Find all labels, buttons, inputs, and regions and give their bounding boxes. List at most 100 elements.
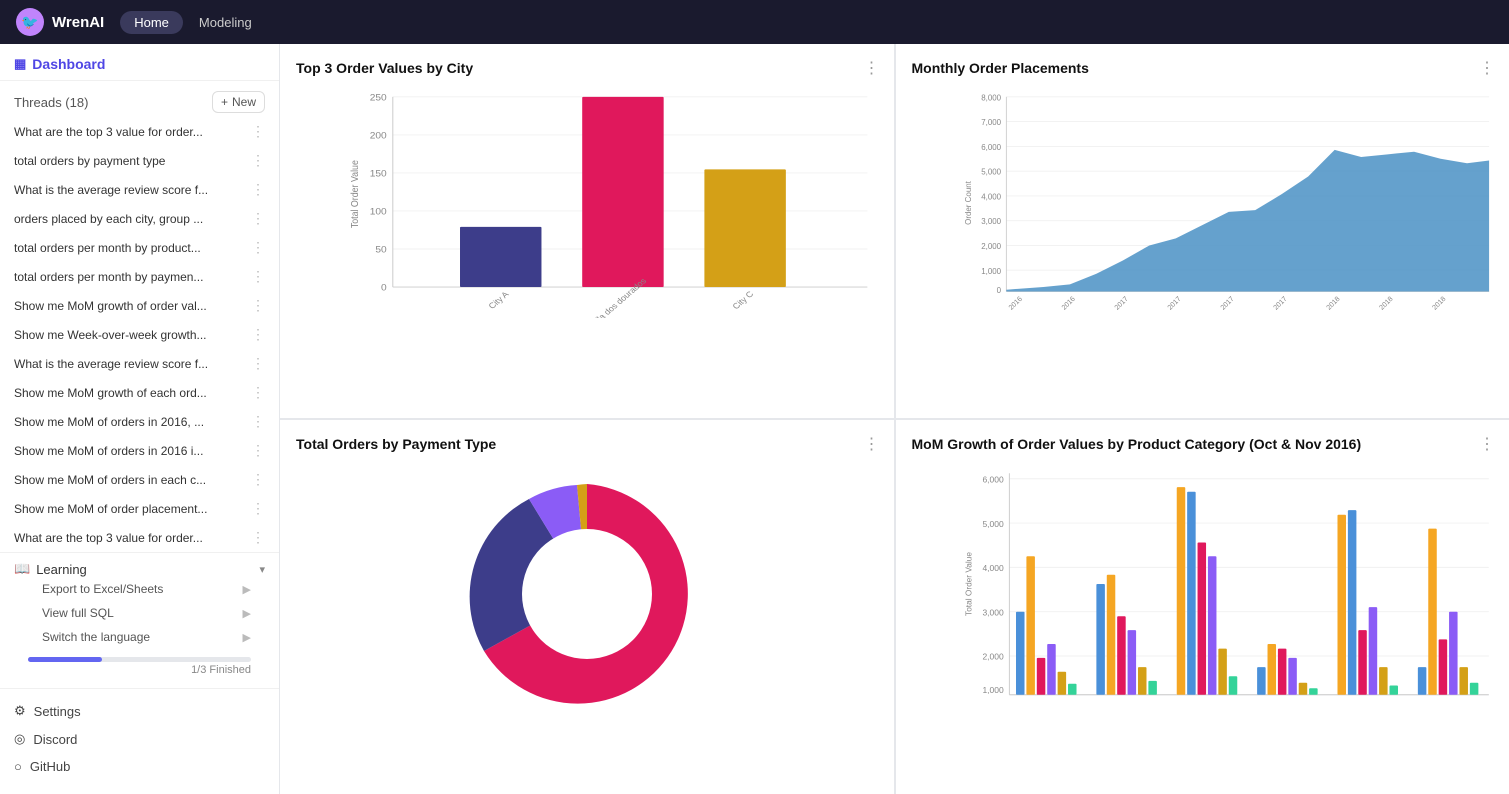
chart-mom-growth: MoM Growth of Order Values by Product Ca… [895,419,1509,794]
thread-options-icon[interactable]: ⋮ [247,239,265,256]
chart1-svg: 250 200 150 100 50 0 Total Order Value [348,88,878,318]
svg-text:Total Order Value: Total Order Value [964,552,974,616]
thread-item[interactable]: What is the average review score f...⋮ [0,349,279,378]
dashboard-icon: ▦ [14,56,26,72]
chart-top-order-values: Top 3 Order Values by City ⋮ 250 200 150… [280,44,895,419]
thread-text: Show me MoM of orders in 2016 i... [14,444,247,458]
main-layout: ▦ Dashboard Threads (18) + New What are … [0,44,1509,794]
chart1-menu[interactable]: ⋮ [864,58,880,78]
chevron-down-icon: ▾ [259,563,265,576]
svg-text:5,000: 5,000 [981,168,1001,177]
chart3-svg [447,464,727,724]
chevron-right-icon: ▶ [243,631,251,644]
thread-options-icon[interactable]: ⋮ [247,152,265,169]
svg-text:2,000: 2,000 [982,652,1004,662]
sidebar-bottom-icon: ⚙ [14,703,26,719]
thread-item[interactable]: What are the top 3 value for order...⋮ [0,523,279,552]
thread-options-icon[interactable]: ⋮ [247,471,265,488]
learning-item[interactable]: View full SQL▶ [14,601,265,625]
thread-text: Show me MoM of orders in each c... [14,473,247,487]
learning-item-label: Switch the language [42,630,150,644]
learning-header[interactable]: 📖 Learning ▾ [14,561,265,577]
new-thread-button[interactable]: + New [212,91,265,113]
thread-options-icon[interactable]: ⋮ [247,355,265,372]
chart4-svg: 6,000 5,000 4,000 3,000 2,000 1,000 Tota… [964,464,1494,704]
thread-options-icon[interactable]: ⋮ [247,123,265,140]
thread-item[interactable]: Show me MoM of orders in each c...⋮ [0,465,279,494]
book-icon: 📖 [14,561,30,577]
chart3-menu[interactable]: ⋮ [864,434,880,454]
svg-text:2016: 2016 [1007,296,1023,312]
thread-item[interactable]: Show me MoM growth of order val...⋮ [0,291,279,320]
sidebar-bottom-item[interactable]: ◎Discord [14,725,265,753]
thread-text: Show me Week-over-week growth... [14,328,247,342]
thread-options-icon[interactable]: ⋮ [247,442,265,459]
thread-options-icon[interactable]: ⋮ [247,268,265,285]
thread-item[interactable]: What is the average review score f...⋮ [0,175,279,204]
thread-text: Show me MoM growth of order val... [14,299,247,313]
thread-item[interactable]: Show me MoM growth of each ord...⋮ [0,378,279,407]
chart4-title: MoM Growth of Order Values by Product Ca… [912,436,1494,452]
chart2-menu[interactable]: ⋮ [1479,58,1495,78]
sidebar: ▦ Dashboard Threads (18) + New What are … [0,44,280,794]
progress-container: 1/3 Finished [14,649,265,684]
learning-item[interactable]: Export to Excel/Sheets▶ [14,577,265,601]
thread-text: What are the top 3 value for order... [14,125,247,139]
thread-item[interactable]: total orders by payment type⋮ [0,146,279,175]
svg-text:2018: 2018 [1431,296,1447,312]
thread-options-icon[interactable]: ⋮ [247,297,265,314]
svg-text:4,000: 4,000 [982,563,1004,573]
svg-text:100: 100 [370,207,387,217]
svg-text:8,000: 8,000 [981,93,1001,102]
bar-city3 [704,169,785,287]
thread-item[interactable]: Show me MoM of orders in 2016, ...⋮ [0,407,279,436]
sidebar-bottom-item[interactable]: ⚙Settings [14,697,265,725]
svg-text:5,000: 5,000 [982,519,1004,529]
svg-text:6,000: 6,000 [982,475,1004,485]
thread-item[interactable]: orders placed by each city, group ...⋮ [0,204,279,233]
sidebar-bottom-label: GitHub [30,759,70,774]
svg-text:3,000: 3,000 [981,217,1001,226]
logo-icon: 🐦 [16,8,44,36]
thread-item[interactable]: Show me MoM of orders in 2016 i...⋮ [0,436,279,465]
chart2-title: Monthly Order Placements [912,60,1494,76]
chart1-title: Top 3 Order Values by City [296,60,878,76]
thread-options-icon[interactable]: ⋮ [247,210,265,227]
learning-item[interactable]: Switch the language ▶ [14,625,265,649]
donut-hole [522,529,652,659]
thread-item[interactable]: total orders per month by product...⋮ [0,233,279,262]
sidebar-bottom-icon: ◎ [14,731,25,747]
modeling-link[interactable]: Modeling [199,15,252,30]
logo-text: WrenAI [52,14,104,31]
thread-options-icon[interactable]: ⋮ [247,529,265,546]
svg-text:50: 50 [375,245,386,255]
thread-text: orders placed by each city, group ... [14,212,247,226]
thread-item[interactable]: Show me MoM of order placement...⋮ [0,494,279,523]
chart2-svg: 8,000 7,000 6,000 5,000 4,000 3,000 2,00… [964,88,1494,318]
thread-item[interactable]: total orders per month by paymen...⋮ [0,262,279,291]
thread-item[interactable]: Show me Week-over-week growth...⋮ [0,320,279,349]
thread-options-icon[interactable]: ⋮ [247,181,265,198]
thread-options-icon[interactable]: ⋮ [247,413,265,430]
sidebar-top: ▦ Dashboard [0,44,279,81]
sidebar-bottom-item[interactable]: ○ GitHub [14,753,265,780]
chart4-menu[interactable]: ⋮ [1479,434,1495,454]
svg-text:2016: 2016 [1060,296,1076,312]
thread-options-icon[interactable]: ⋮ [247,500,265,517]
thread-options-icon[interactable]: ⋮ [247,326,265,343]
svg-text:0: 0 [996,286,1001,295]
home-button[interactable]: Home [120,11,183,34]
svg-text:2017: 2017 [1219,296,1235,312]
svg-text:250: 250 [370,93,387,103]
svg-text:2,000: 2,000 [981,242,1001,251]
thread-item[interactable]: What are the top 3 value for order...⋮ [0,117,279,146]
progress-text: 1/3 Finished [28,664,251,676]
logo: 🐦 WrenAI [16,8,104,36]
learning-items-list: Export to Excel/Sheets▶View full SQL▶Swi… [14,577,265,649]
thread-options-icon[interactable]: ⋮ [247,384,265,401]
plus-icon: + [221,95,228,109]
sidebar-bottom-icon: ○ [14,759,22,774]
threads-label: Threads (18) [14,95,88,110]
svg-text:1,000: 1,000 [981,267,1001,276]
chart3-title: Total Orders by Payment Type [296,436,878,452]
